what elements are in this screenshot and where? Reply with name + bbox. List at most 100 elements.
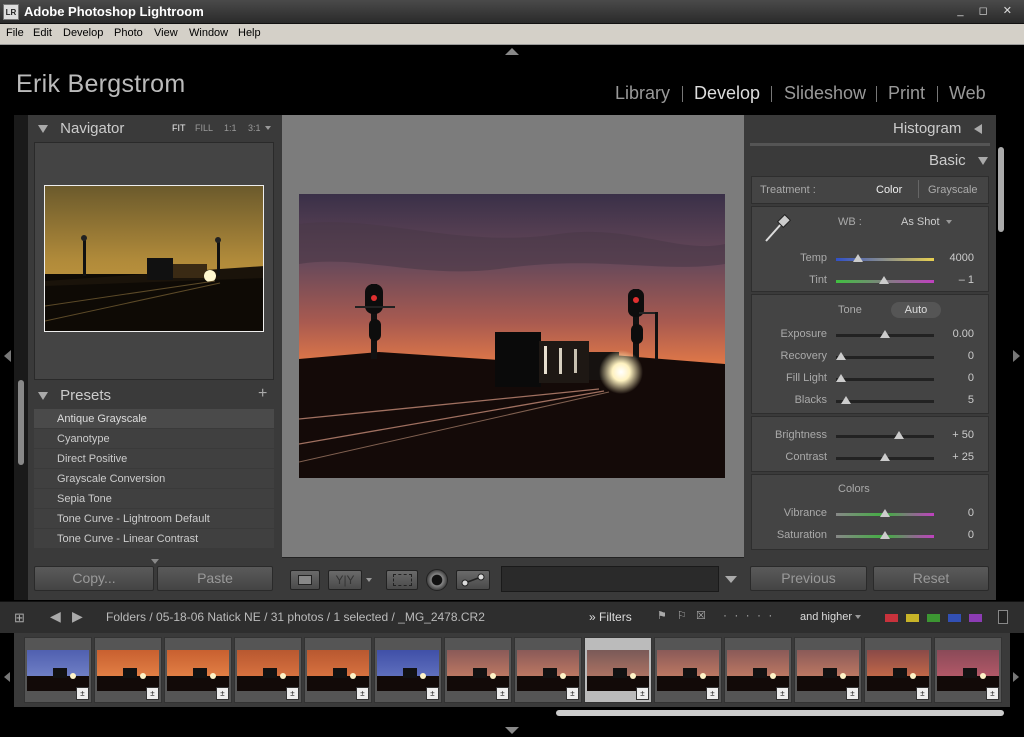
treatment-color-option[interactable]: Color [876,184,902,196]
slider-value[interactable]: 0.00 [934,328,974,340]
slider-thumb[interactable] [835,374,846,382]
slider-track[interactable] [836,254,934,262]
slider-track[interactable] [836,509,934,517]
filmstrip-thumbnail[interactable]: ± [794,637,862,703]
preset-item[interactable]: Antique Grayscale [34,409,274,429]
toolbar-options-icon[interactable] [725,576,737,583]
copy-button[interactable]: Copy... [34,566,154,591]
slider-value[interactable]: + 25 [934,451,974,463]
preset-item[interactable]: Cyanotype [34,429,274,449]
menu-help[interactable]: Help [238,27,261,39]
zoom-3-1[interactable]: 3:1 [248,123,261,133]
filmstrip-scroll-left-icon[interactable] [4,672,10,682]
slider-thumb[interactable] [852,254,863,262]
zoom-fit[interactable]: FIT [172,123,186,133]
label-purple-filter[interactable] [969,614,982,622]
histogram-header[interactable]: Histogram [893,120,982,137]
left-panel-toggle-icon[interactable] [4,350,11,362]
white-balance-eyedropper-icon[interactable] [760,213,792,245]
module-slideshow[interactable]: Slideshow [784,83,866,104]
slider-thumb[interactable] [835,352,846,360]
preset-item[interactable]: Direct Positive [34,449,274,469]
slider-thumb[interactable] [880,509,890,517]
flag-unflagged-icon[interactable]: ⚐ [677,609,687,622]
flag-picked-icon[interactable]: ⚑ [657,609,667,622]
menu-window[interactable]: Window [189,27,228,39]
slider-track[interactable] [835,352,934,360]
slider-thumb[interactable] [893,431,904,439]
preset-item[interactable]: Sepia Tone [34,489,274,509]
slider-value[interactable]: 0 [934,350,974,362]
navigator-thumbnail[interactable] [44,185,264,332]
bottom-panel-toggle-icon[interactable] [505,727,519,734]
slider-track[interactable] [836,431,934,439]
menu-edit[interactable]: Edit [33,27,52,39]
left-panel-scrollbar[interactable] [18,380,24,465]
paste-button[interactable]: Paste [157,566,273,591]
filmstrip-thumbnail[interactable]: ± [514,637,582,703]
slider-track[interactable] [836,330,934,338]
preset-item[interactable]: Tone Curve - Linear Contrast [34,529,274,549]
slider-track[interactable] [836,276,934,284]
slider-value[interactable]: 4000 [934,252,974,264]
filmstrip-thumbnail[interactable]: ± [164,637,232,703]
zoom-dropdown-icon[interactable] [265,126,271,130]
flag-rejected-icon[interactable]: ☒ [696,609,706,622]
grid-view-icon[interactable]: ⊞ [14,610,25,626]
wb-dropdown[interactable]: As Shot [901,216,952,228]
auto-tone-button[interactable]: Auto [891,302,941,318]
module-develop[interactable]: Develop [694,83,760,104]
label-red-filter[interactable] [885,614,898,622]
loupe-view-button[interactable] [290,570,320,590]
slider-track[interactable] [836,396,934,404]
slider-value[interactable]: 5 [934,394,974,406]
slider-value[interactable]: 0 [934,529,974,541]
menu-file[interactable]: File [6,27,24,39]
slider-value[interactable]: – 1 [934,274,974,286]
menu-develop[interactable]: Develop [63,27,103,39]
slider-thumb[interactable] [880,453,890,461]
preset-scroll-icon[interactable] [151,559,159,564]
navigator-header[interactable]: Navigator [38,120,124,137]
module-print[interactable]: Print [888,83,925,104]
rating-filter-dots[interactable]: · · · · · [723,608,774,622]
filmstrip-thumbnail[interactable]: ± [374,637,442,703]
right-panel-scrollbar[interactable] [998,147,1004,232]
zoom-1-1[interactable]: 1:1 [224,123,237,133]
slider-value[interactable]: 0 [934,372,974,384]
toolbar-info-field[interactable] [501,566,719,592]
filmstrip-breadcrumb[interactable]: Folders / 05-18-06 Natick NE / 31 photos… [106,610,485,624]
filters-toggle[interactable]: » Filters [589,610,632,624]
previous-button[interactable]: Previous [750,566,867,591]
rating-operator-dropdown[interactable]: and higher [800,611,862,623]
label-green-filter[interactable] [927,614,940,622]
filmstrip-thumbnail[interactable]: ± [724,637,792,703]
menu-view[interactable]: View [154,27,178,39]
slider-thumb[interactable] [880,330,890,338]
filmstrip-thumbnail[interactable]: ± [864,637,932,703]
spot-removal-tool-button[interactable] [456,570,490,590]
top-panel-toggle-icon[interactable] [505,48,519,55]
filter-toggle-switch[interactable] [998,610,1008,624]
add-preset-icon[interactable]: + [258,385,267,403]
label-blue-filter[interactable] [948,614,961,622]
filmstrip-thumbnail[interactable]: ± [234,637,302,703]
red-eye-tool-icon[interactable] [426,569,448,591]
window-controls[interactable]: _ ◻ ✕ [957,4,1018,17]
filmstrip-thumbnail[interactable]: ± [304,637,372,703]
filmstrip-thumbnail[interactable]: ± [654,637,722,703]
slider-track[interactable] [836,531,934,539]
module-web[interactable]: Web [949,83,986,104]
slider-thumb[interactable] [840,396,851,404]
filmstrip-thumbnail[interactable]: ± [584,637,652,703]
filmstrip-thumbnail[interactable]: ± [934,637,1002,703]
preset-item[interactable]: Tone Curve - Lightroom Default [34,509,274,529]
before-after-button[interactable]: Y|Y [328,570,362,590]
filmstrip-thumbnail[interactable]: ± [24,637,92,703]
back-arrow-icon[interactable]: ◀ [50,608,61,625]
slider-thumb[interactable] [880,531,890,539]
filmstrip-thumbnail[interactable]: ± [444,637,512,703]
filmstrip-scroll-right-icon[interactable] [1013,672,1019,682]
slider-track[interactable] [835,374,934,382]
presets-header[interactable]: Presets [38,387,111,404]
